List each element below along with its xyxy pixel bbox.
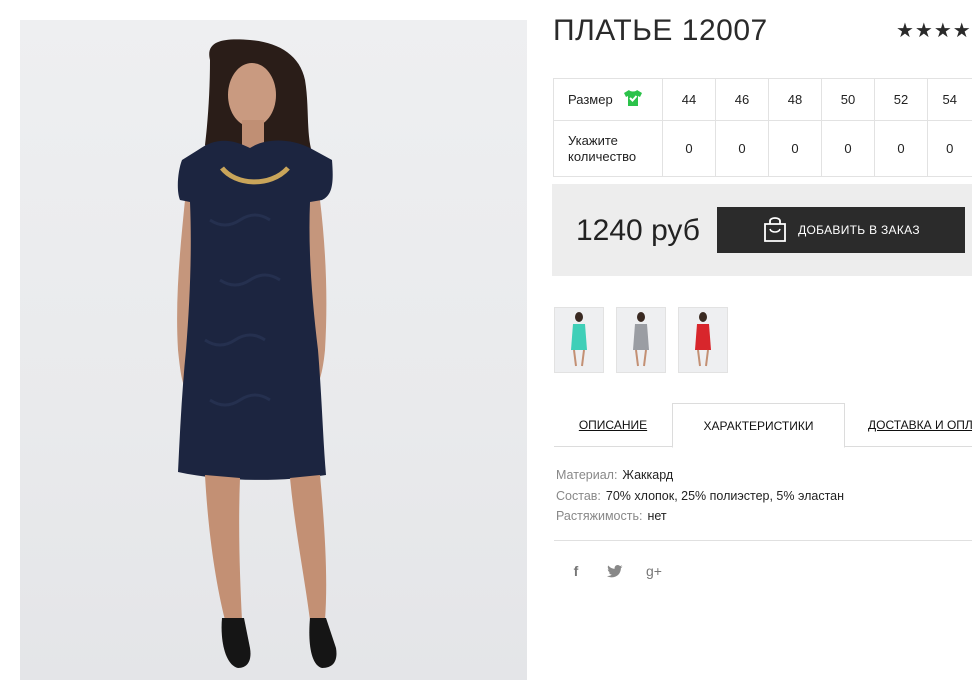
quantity-input[interactable]: 0 <box>768 120 822 177</box>
size-option[interactable]: 46 <box>715 78 769 121</box>
google-plus-icon[interactable]: g+ <box>644 563 664 579</box>
rating-stars[interactable]: ★★★★★ <box>896 18 972 43</box>
spec-row-material: Материал: Жаккард <box>556 465 844 486</box>
add-to-order-label: ДОБАВИТЬ В ЗАКАЗ <box>798 223 920 237</box>
spec-value: Жаккард <box>622 468 674 482</box>
tab-description[interactable]: ОПИСАНИЕ <box>554 403 672 447</box>
quantity-input[interactable]: 0 <box>821 120 875 177</box>
size-row: Размер 44 46 48 50 52 54 <box>553 78 972 121</box>
quantity-input[interactable]: 0 <box>662 120 716 177</box>
color-thumbnails <box>554 307 728 373</box>
facebook-icon[interactable]: f <box>566 563 586 579</box>
product-photo[interactable] <box>20 20 527 680</box>
size-option[interactable]: 44 <box>662 78 716 121</box>
size-option[interactable]: 54 <box>927 78 972 121</box>
spec-row-stretch: Растяжимость: нет <box>556 506 844 527</box>
product-tabs: ОПИСАНИЕ ХАРАКТЕРИСТИКИ ДОСТАВКА И ОПЛАТ… <box>554 403 972 448</box>
size-option[interactable]: 48 <box>768 78 822 121</box>
dress-model-image <box>177 39 337 668</box>
spec-value: 70% хлопок, 25% полиэстер, 5% эластан <box>605 488 845 503</box>
social-share: f g+ <box>566 563 664 579</box>
spec-key: Состав: <box>556 488 601 503</box>
size-label-cell: Размер <box>553 78 663 121</box>
price: 1240 руб <box>576 214 700 247</box>
size-quantity-table: Размер 44 46 48 50 52 54 Укажите количес… <box>553 78 972 177</box>
thumbnail-turquoise[interactable] <box>554 307 604 373</box>
quantity-input[interactable]: 0 <box>874 120 928 177</box>
spec-value: нет <box>647 509 667 523</box>
add-to-order-button[interactable]: ДОБАВИТЬ В ЗАКАЗ <box>717 207 965 253</box>
shopping-bag-icon <box>762 215 788 246</box>
size-label: Размер <box>568 91 613 107</box>
spec-key: Материал: <box>556 468 618 482</box>
twitter-icon[interactable] <box>605 564 625 578</box>
tshirt-check-icon[interactable] <box>623 89 643 111</box>
size-option[interactable]: 52 <box>874 78 928 121</box>
quantity-row: Укажите количество 0 0 0 0 0 0 <box>553 120 972 177</box>
quantity-input[interactable]: 0 <box>927 120 972 177</box>
spec-key: Растяжимость: <box>556 509 643 523</box>
size-option[interactable]: 50 <box>821 78 875 121</box>
thumbnail-red[interactable] <box>678 307 728 373</box>
thumbnail-grey[interactable] <box>616 307 666 373</box>
price-box: 1240 руб ДОБАВИТЬ В ЗАКАЗ <box>552 184 972 276</box>
quantity-label: Укажите количество <box>553 120 663 177</box>
spec-row-composition: Состав: 70% хлопок, 25% полиэстер, 5% эла… <box>556 486 844 507</box>
quantity-input[interactable]: 0 <box>715 120 769 177</box>
tab-delivery[interactable]: ДОСТАВКА И ОПЛАТА <box>868 403 972 447</box>
tab-characteristics[interactable]: ХАРАКТЕРИСТИКИ <box>672 403 845 448</box>
specifications: Материал: Жаккард Состав: 70% хлопок, 25% … <box>556 465 844 527</box>
divider <box>554 540 972 541</box>
product-title: ПЛАТЬЕ 12007 <box>553 14 768 47</box>
